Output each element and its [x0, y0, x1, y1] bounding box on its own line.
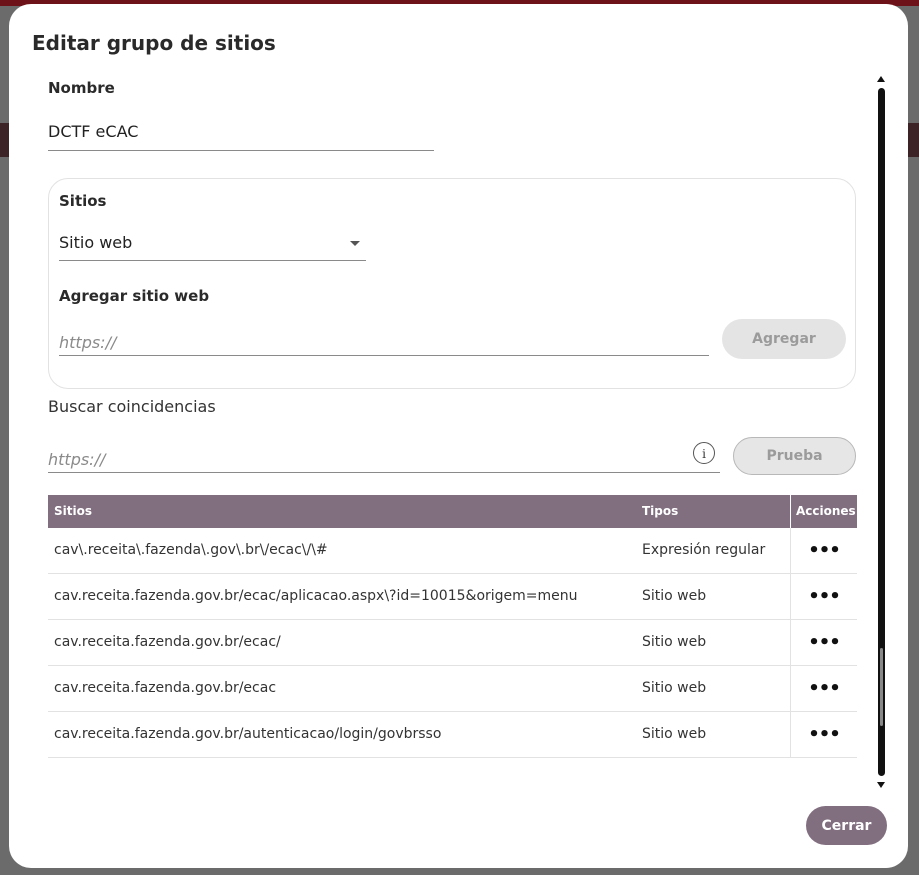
scrollbar-thumb-highlight — [880, 648, 883, 726]
table-row: cav.receita.fazenda.gov.br/ecac/aplicaca… — [48, 574, 857, 620]
more-actions-icon[interactable]: ••• — [790, 666, 857, 711]
edit-site-group-dialog: Editar grupo de sitios Nombre DCTF eCAC … — [9, 4, 908, 868]
sites-table: Sitios Tipos Acciones cav\.receita\.faze… — [48, 495, 857, 758]
info-icon[interactable]: i — [693, 442, 715, 464]
more-actions-icon[interactable]: ••• — [790, 574, 857, 619]
name-field[interactable]: DCTF eCAC — [48, 118, 434, 151]
more-actions-icon[interactable]: ••• — [790, 712, 857, 757]
scrollbar-thumb[interactable] — [878, 88, 885, 776]
add-site-label: Agregar sitio web — [59, 287, 210, 305]
search-matches-input[interactable] — [48, 446, 720, 473]
type-cell: Sitio web — [642, 634, 707, 650]
more-actions-icon[interactable]: ••• — [790, 620, 857, 665]
test-button[interactable]: Prueba — [733, 437, 856, 475]
table-header: Sitios Tipos Acciones — [48, 495, 857, 528]
table-row: cav.receita.fazenda.gov.br/autenticacao/… — [48, 712, 857, 758]
add-button[interactable]: Agregar — [722, 319, 846, 359]
type-cell: Sitio web — [642, 680, 707, 696]
type-cell: Sitio web — [642, 726, 707, 742]
site-cell: cav.receita.fazenda.gov.br/autenticacao/… — [54, 726, 442, 742]
vertical-scrollbar[interactable] — [877, 76, 886, 788]
table-row: cav.receita.fazenda.gov.br/ecac Sitio we… — [48, 666, 857, 712]
site-type-select[interactable]: Sitio web — [59, 227, 366, 261]
chevron-down-icon — [350, 241, 360, 246]
table-row: cav\.receita\.fazenda\.gov\.br\/ecac\/\#… — [48, 528, 857, 574]
sites-box: Sitios Sitio web Agregar sitio web Agreg… — [48, 178, 856, 389]
header-actions: Acciones — [796, 504, 856, 518]
more-actions-icon[interactable]: ••• — [790, 528, 857, 573]
header-types: Tipos — [642, 504, 679, 518]
site-cell: cav\.receita\.fazenda\.gov\.br\/ecac\/\# — [54, 542, 328, 558]
name-label: Nombre — [48, 79, 115, 97]
site-cell: cav.receita.fazenda.gov.br/ecac/ — [54, 634, 281, 650]
site-type-value: Sitio web — [59, 233, 133, 252]
dialog-title: Editar grupo de sitios — [32, 31, 276, 55]
site-cell: cav.receita.fazenda.gov.br/ecac — [54, 680, 277, 696]
search-matches-label: Buscar coincidencias — [48, 397, 216, 416]
name-value: DCTF eCAC — [48, 122, 139, 141]
site-cell: cav.receita.fazenda.gov.br/ecac/aplicaca… — [54, 588, 578, 604]
type-cell: Expresión regular — [642, 542, 766, 558]
header-divider — [790, 495, 791, 528]
add-site-input[interactable] — [59, 329, 709, 356]
close-button[interactable]: Cerrar — [806, 806, 887, 845]
sites-label: Sitios — [59, 192, 107, 210]
type-cell: Sitio web — [642, 588, 707, 604]
header-sites: Sitios — [54, 504, 92, 518]
scroll-up-icon[interactable] — [877, 76, 885, 82]
scroll-down-icon[interactable] — [877, 782, 885, 788]
table-row: cav.receita.fazenda.gov.br/ecac/ Sitio w… — [48, 620, 857, 666]
